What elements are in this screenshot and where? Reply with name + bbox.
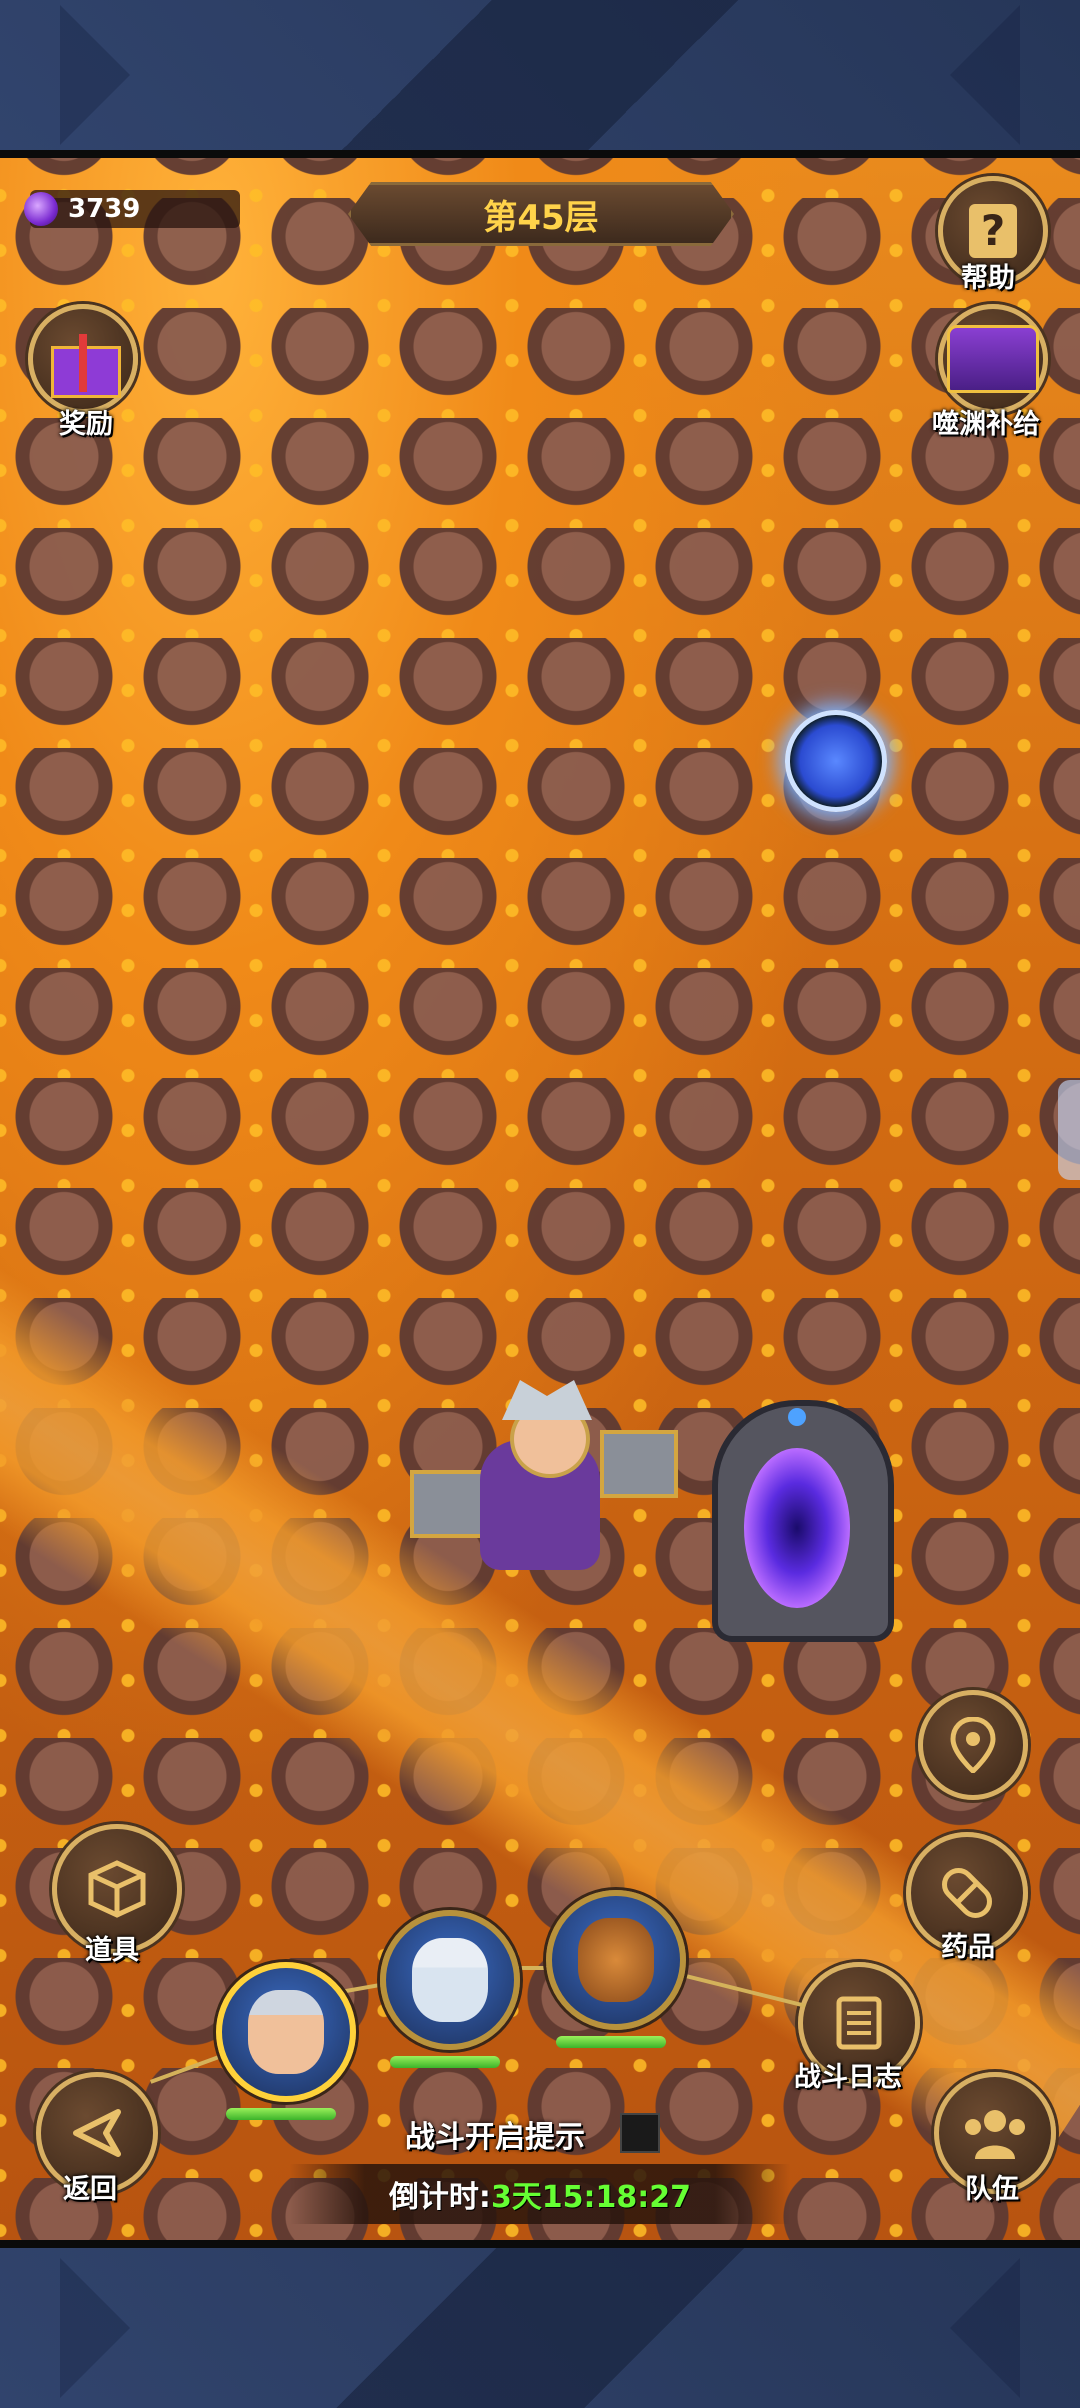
hero-portrait-2[interactable]	[380, 1910, 520, 2050]
locate-button[interactable]	[918, 1690, 1028, 1800]
scroll-icon	[836, 1996, 882, 2050]
countdown-value: 3天15:18:27	[490, 2180, 692, 2215]
capsule-icon	[942, 1868, 992, 1918]
resource-amount: 3739	[68, 194, 141, 224]
reward-label: 奖励	[59, 409, 113, 440]
hero-character	[410, 1380, 680, 1590]
treasure-chest-icon	[947, 325, 1039, 393]
blue-energy-orb[interactable]	[785, 710, 887, 812]
lion-beast-portrait	[578, 1918, 654, 2002]
potion-label: 药品	[941, 1932, 995, 1963]
resource-counter: 3739	[24, 190, 240, 228]
purple-potion-icon	[24, 192, 58, 226]
abyss-supply-button[interactable]	[938, 304, 1048, 414]
floor-title: 第45层	[348, 182, 734, 246]
gift-icon	[43, 324, 123, 398]
white-hair-mage-portrait	[412, 1938, 488, 2022]
hero-portrait-3[interactable]	[546, 1890, 686, 2030]
team-label: 队伍	[965, 2174, 1019, 2205]
back-label: 返回	[63, 2174, 117, 2205]
reward-button[interactable]	[28, 304, 138, 414]
portal[interactable]	[712, 1400, 894, 1642]
battle-log-label: 战斗日志	[794, 2062, 902, 2093]
bottom-frame	[0, 2240, 1080, 2408]
side-expand-handle[interactable]	[1058, 1080, 1080, 1180]
items-label: 道具	[85, 1935, 139, 1966]
countdown-bar: 倒计时: 3天15:18:27	[290, 2164, 790, 2224]
team-icon	[965, 2110, 1025, 2159]
hero-1-hp-bar	[226, 2108, 336, 2120]
hero-3-hp-bar	[556, 2036, 666, 2048]
battle-hint-label: 战斗开启提示	[405, 2120, 585, 2155]
armored-warrior-portrait	[248, 1990, 324, 2074]
abyss-supply-label: 噬渊补给	[932, 409, 1040, 440]
hero-2-hp-bar	[390, 2056, 500, 2068]
back-arrow-icon	[73, 2109, 121, 2157]
help-label: 帮助	[961, 263, 1015, 294]
question-icon: ?	[969, 204, 1017, 258]
countdown-label: 倒计时:	[388, 2180, 491, 2215]
box-icon	[88, 1860, 146, 1918]
hero-portrait-1[interactable]	[216, 1962, 356, 2102]
battle-hint-checkbox[interactable]	[620, 2113, 660, 2153]
map-pin-icon	[950, 1717, 996, 1773]
top-frame	[0, 0, 1080, 158]
